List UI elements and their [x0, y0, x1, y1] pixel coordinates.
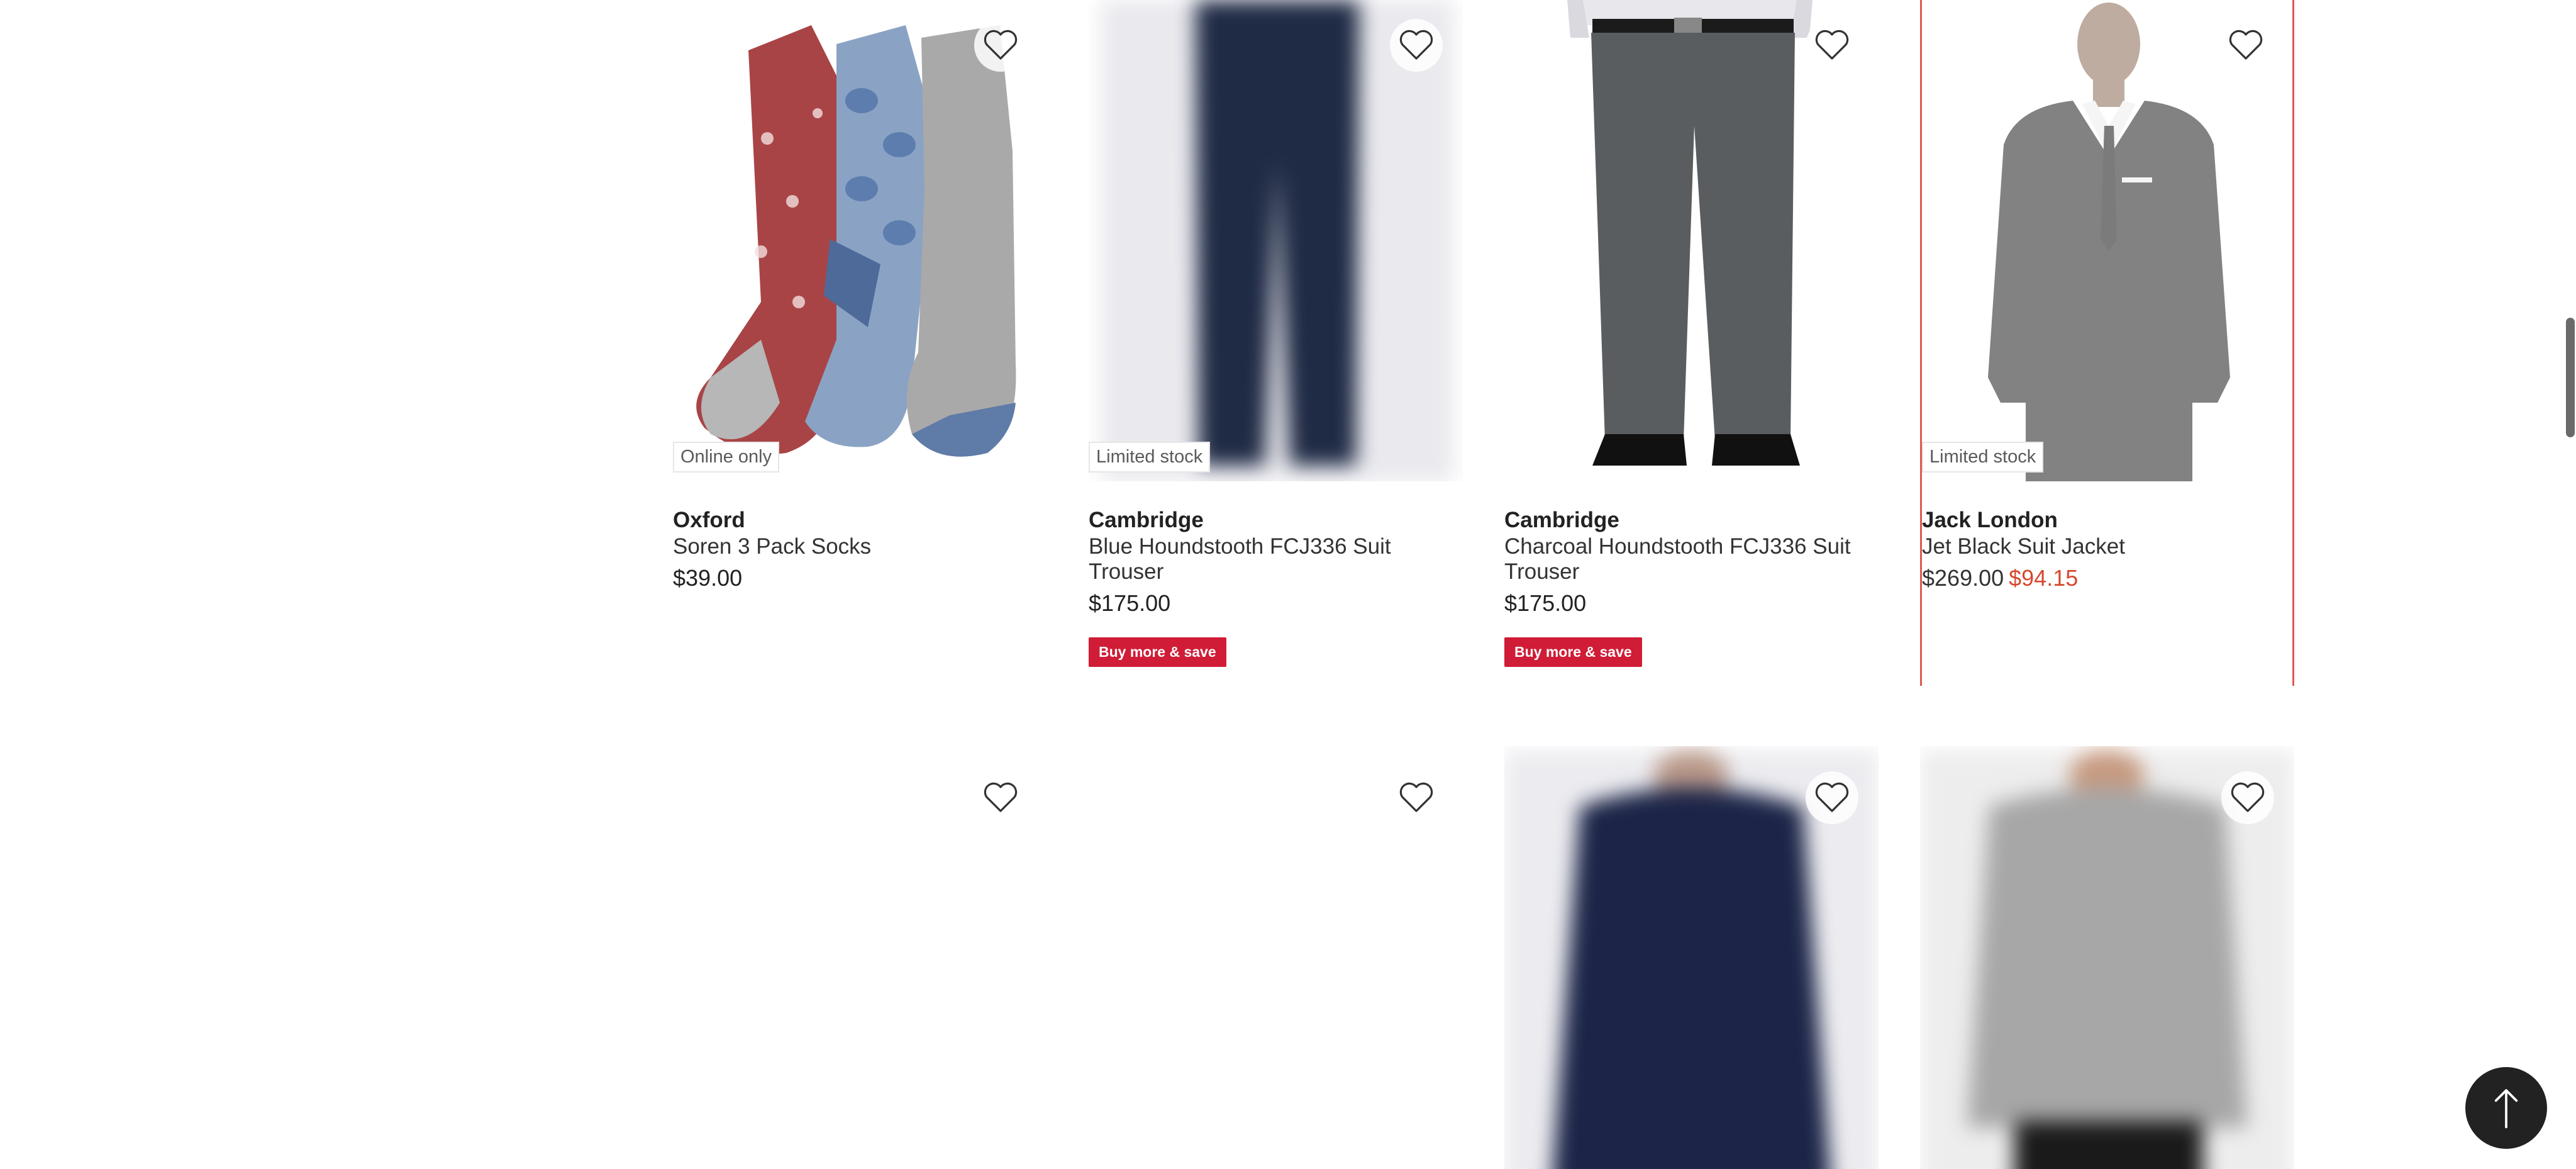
product-name[interactable]: Charcoal Houndstooth FCJ336 Suit Trouser: [1504, 534, 1879, 584]
heart-outline-icon: [1815, 30, 1849, 60]
product-grid: Online only Oxford Soren 3 Pack Socks $3…: [673, 0, 2296, 1169]
suit-jacket-image: [1988, 3, 2230, 481]
favorite-button[interactable]: [974, 19, 1027, 72]
heart-outline-icon: [2231, 782, 2265, 812]
product-card[interactable]: Cambridge Charcoal Houndstooth FCJ336 Su…: [1504, 0, 1879, 686]
product-listing-page: Online only Oxford Soren 3 Pack Socks $3…: [0, 0, 2576, 1169]
product-badge: Limited stock: [1089, 442, 1211, 473]
product-brand[interactable]: Cambridge: [1089, 506, 1463, 534]
product-image[interactable]: [1504, 746, 1879, 1169]
product-image[interactable]: [1920, 746, 2294, 1169]
product-card[interactable]: [1089, 746, 1463, 1169]
original-price: $269.00: [1922, 565, 2004, 591]
trouser-image: [1101, 0, 1453, 481]
trouser-image: [1567, 0, 1813, 466]
product-brand[interactable]: Jack London: [1922, 506, 2292, 534]
socks-image: [696, 25, 1016, 457]
product-info: Cambridge Blue Houndstooth FCJ336 Suit T…: [1089, 481, 1463, 667]
buy-more-save-badge[interactable]: Buy more & save: [1089, 637, 1226, 667]
heart-outline-icon: [1399, 30, 1433, 60]
page-scrollbar[interactable]: [2562, 0, 2576, 1169]
favorite-button[interactable]: [2219, 19, 2272, 72]
product-image[interactable]: [673, 746, 1047, 1169]
back-to-top-button[interactable]: [2465, 1067, 2547, 1149]
scrollbar-thumb[interactable]: [2566, 318, 2575, 437]
product-price: $175.00: [1504, 590, 1587, 616]
product-card[interactable]: [673, 746, 1047, 1169]
favorite-button[interactable]: [1806, 771, 1858, 824]
product-brand[interactable]: Cambridge: [1504, 506, 1879, 534]
heart-outline-icon: [1399, 782, 1433, 812]
product-badge: Limited stock: [1922, 442, 2044, 473]
product-name[interactable]: Soren 3 Pack Socks: [673, 534, 1047, 559]
product-price: $175.00: [1089, 590, 1171, 616]
product-brand[interactable]: Oxford: [673, 506, 1047, 534]
product-image[interactable]: Limited stock: [1089, 0, 1463, 481]
product-card[interactable]: Online only Oxford Soren 3 Pack Socks $3…: [673, 0, 1047, 686]
product-info: Jack London Jet Black Suit Jacket $269.0…: [1922, 481, 2292, 593]
product-card[interactable]: Limited stock Jack London Jet Black Suit…: [1920, 0, 2294, 686]
heart-outline-icon: [984, 782, 1018, 812]
favorite-button[interactable]: [1390, 771, 1443, 824]
favorite-button[interactable]: [1806, 19, 1858, 72]
product-image[interactable]: Limited stock: [1922, 0, 2292, 481]
sale-price: $94.15: [2009, 565, 2079, 591]
product-image[interactable]: Online only: [673, 0, 1047, 481]
product-image[interactable]: [1504, 0, 1879, 481]
product-card[interactable]: [1920, 746, 2294, 1169]
arrow-up-icon: [2494, 1089, 2518, 1129]
product-image[interactable]: [1089, 746, 1463, 1169]
favorite-button[interactable]: [1390, 19, 1443, 72]
product-card[interactable]: [1504, 746, 1879, 1169]
heart-outline-icon: [984, 30, 1018, 60]
product-price: $39.00: [673, 565, 743, 591]
product-card[interactable]: Limited stock Cambridge Blue Houndstooth…: [1089, 0, 1463, 686]
heart-outline-icon: [1815, 782, 1849, 812]
product-name[interactable]: Jet Black Suit Jacket: [1922, 534, 2292, 559]
product-name[interactable]: Blue Houndstooth FCJ336 Suit Trouser: [1089, 534, 1463, 584]
favorite-button[interactable]: [2221, 771, 2274, 824]
heart-outline-icon: [2229, 30, 2263, 60]
product-price: $269.00 $94.15: [1922, 563, 2292, 593]
buy-more-save-badge[interactable]: Buy more & save: [1504, 637, 1642, 667]
product-info: Cambridge Charcoal Houndstooth FCJ336 Su…: [1504, 481, 1879, 667]
product-badge: Online only: [673, 442, 780, 473]
favorite-button[interactable]: [974, 771, 1027, 824]
product-info: Oxford Soren 3 Pack Socks $39.00: [673, 481, 1047, 593]
